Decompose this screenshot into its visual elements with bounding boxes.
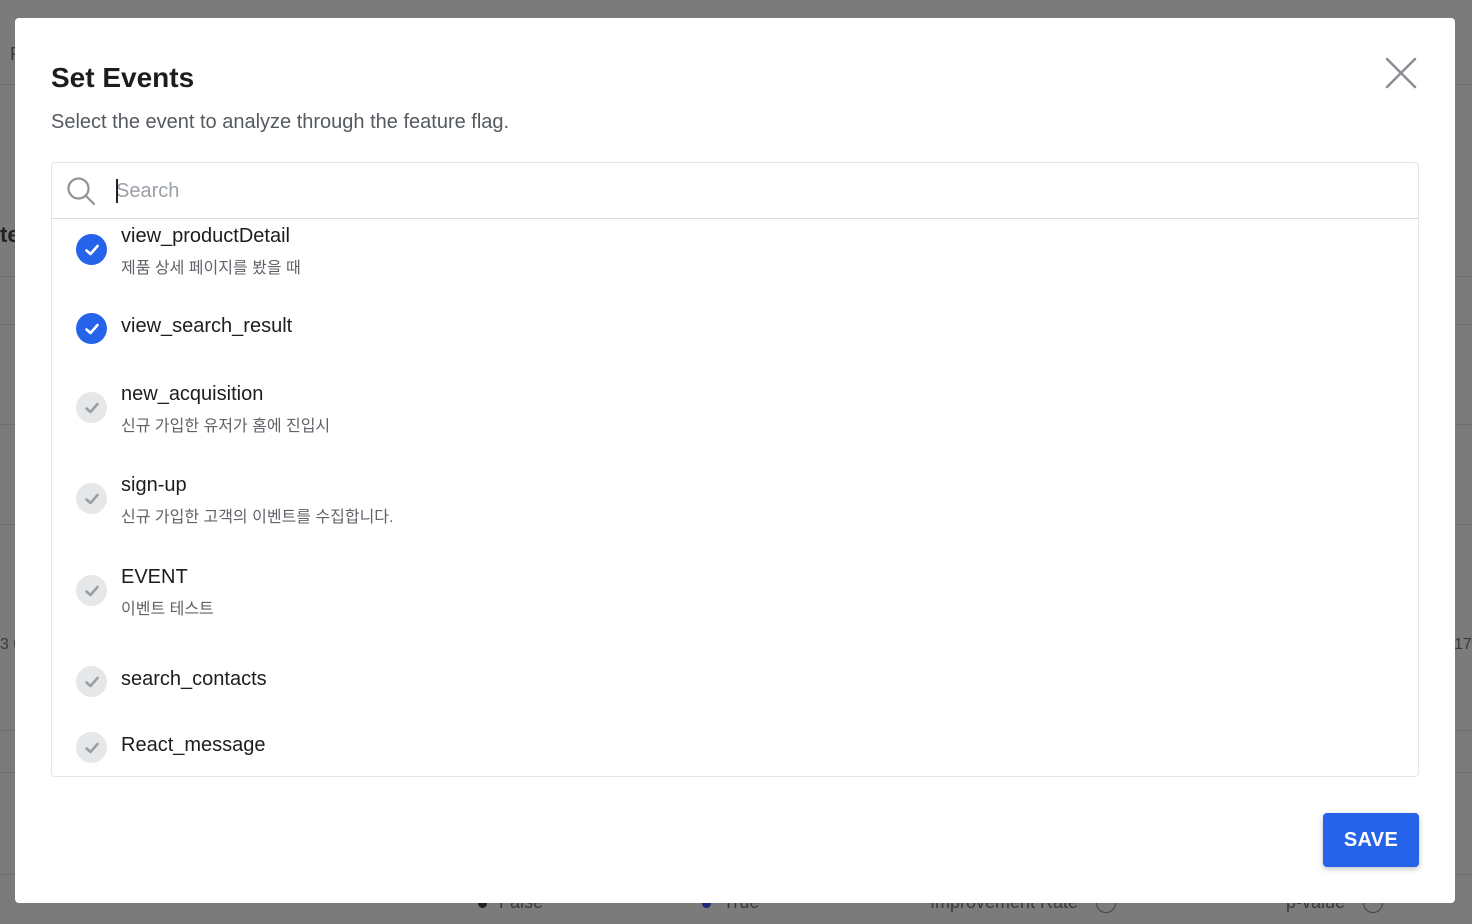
close-icon [1385,57,1417,89]
event-list-panel: view_productDetail 제품 상세 페이지를 봤을 때 view_se… [51,162,1419,777]
modal-subtitle: Select the event to analyze through the … [51,111,510,133]
event-name: search_contacts [121,668,267,690]
background-axis-tick: 17 [1454,636,1472,653]
event-name: view_search_result [121,315,293,337]
event-description: 제품 상세 페이지를 봤을 때 [121,260,301,277]
unchecked-icon[interactable] [76,666,107,697]
unchecked-icon[interactable] [76,483,107,514]
event-description: 신규 가입한 고객의 이벤트를 수집합니다. [121,509,394,526]
set-events-modal: Set Events Select the event to analyze t… [15,18,1455,903]
checked-icon[interactable] [76,234,107,265]
event-name: EVENT [121,566,188,588]
event-description: 신규 가입한 유저가 홈에 진입시 [121,418,331,435]
unchecked-icon[interactable] [76,392,107,423]
unchecked-icon[interactable] [76,732,107,763]
event-name: sign-up [121,474,187,496]
search-icon [67,177,96,206]
modal-title: Set Events [51,62,195,93]
checked-icon[interactable] [76,313,107,344]
event-description: 이벤트 테스트 [121,601,214,618]
event-name: React_message [121,734,266,756]
search-input[interactable] [116,173,1396,209]
event-name: view_productDetail [121,225,290,247]
unchecked-icon[interactable] [76,575,107,606]
search-bar [52,163,1418,219]
close-button[interactable] [1383,55,1419,91]
text-cursor [116,179,118,203]
save-button[interactable]: SAVE [1323,813,1419,867]
event-name: new_acquisition [121,383,264,405]
